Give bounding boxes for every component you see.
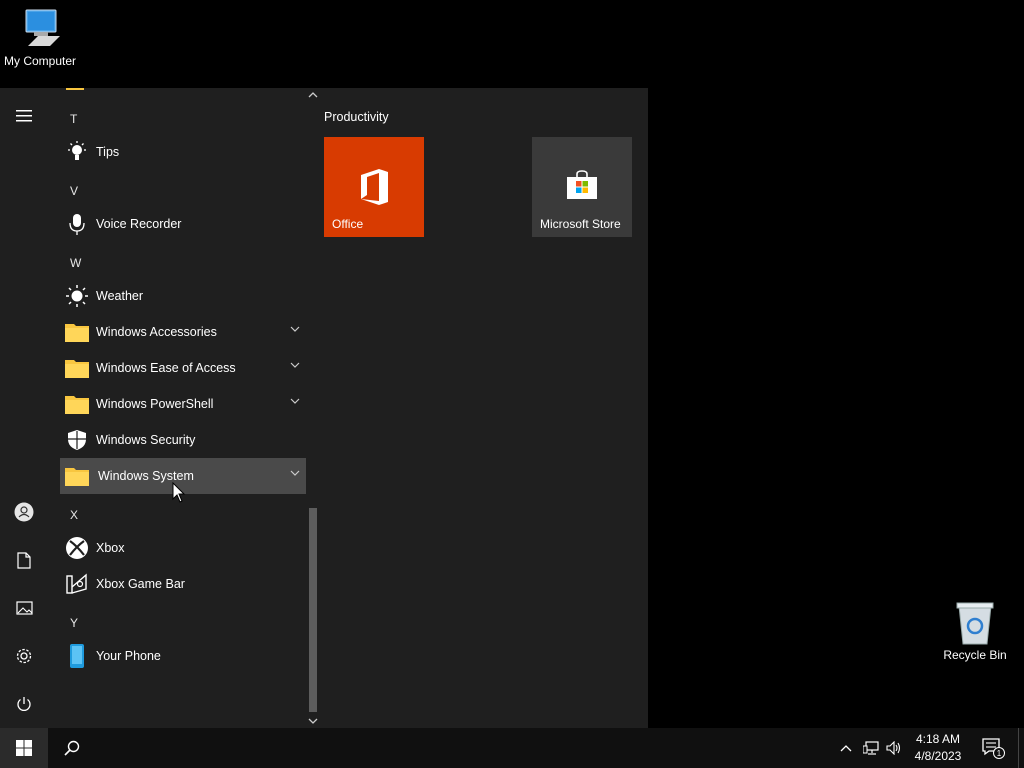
shield-icon xyxy=(64,427,90,453)
app-name: Voice Recorder xyxy=(96,217,182,231)
app-name: Windows System xyxy=(98,469,194,483)
sun-icon xyxy=(64,283,90,309)
chevron-up-icon xyxy=(840,745,852,752)
group-letter-t[interactable]: T xyxy=(70,112,77,126)
user-account-button[interactable] xyxy=(0,488,48,536)
volume-button[interactable] xyxy=(884,728,904,768)
notification-count: 1 xyxy=(997,749,1002,758)
lightbulb-icon xyxy=(64,139,90,165)
folder-windows-ease-of-access[interactable]: Windows Ease of Access xyxy=(60,350,306,386)
tile-label: Microsoft Store xyxy=(540,217,621,231)
app-xbox-game-bar[interactable]: Xbox Game Bar xyxy=(60,566,306,602)
pictures-icon xyxy=(15,601,33,615)
clock-time: 4:18 AM xyxy=(915,732,961,746)
mouse-pointer-icon xyxy=(172,482,186,503)
group-letter-x[interactable]: X xyxy=(70,508,78,522)
folder-windows-accessories[interactable]: Windows Accessories xyxy=(60,314,306,350)
tile-group-title[interactable]: Productivity xyxy=(324,110,389,124)
group-letter-y[interactable]: Y xyxy=(70,616,78,630)
scroll-down-arrow-icon[interactable] xyxy=(308,716,318,726)
show-desktop-button[interactable] xyxy=(1018,728,1024,768)
network-icon xyxy=(863,741,879,755)
network-button[interactable] xyxy=(860,728,882,768)
clock-date: 4/8/2023 xyxy=(914,749,962,763)
app-name: Weather xyxy=(96,289,144,303)
power-icon xyxy=(17,697,31,711)
my-computer-desktop-icon[interactable]: My Computer xyxy=(0,8,80,68)
app-weather[interactable]: Weather xyxy=(60,278,306,314)
tile-label: Office xyxy=(332,217,364,231)
settings-gear-icon xyxy=(16,648,32,664)
scrollbar-thumb[interactable] xyxy=(309,508,317,712)
xbox-icon xyxy=(64,535,90,561)
store-bag-icon xyxy=(567,170,597,199)
app-list[interactable]: T Tips V Voice Recorder W Weather Window… xyxy=(48,88,306,728)
app-name: Xbox Game Bar xyxy=(96,577,185,591)
app-name: Windows Ease of Access xyxy=(96,361,236,375)
recycle-bin-desktop-icon[interactable]: Recycle Bin xyxy=(935,600,1015,662)
folder-icon xyxy=(64,391,90,417)
search-button[interactable] xyxy=(48,728,96,768)
phone-icon xyxy=(64,643,90,669)
chevron-down-icon[interactable] xyxy=(290,398,300,404)
recycle-bin-label: Recycle Bin xyxy=(943,648,1007,662)
my-computer-label: My Computer xyxy=(3,54,77,68)
start-button[interactable] xyxy=(0,728,48,768)
folder-icon xyxy=(64,355,90,381)
hamburger-menu-icon xyxy=(16,110,32,122)
notification-icon: 1 xyxy=(982,738,1005,759)
app-your-phone[interactable]: Your Phone xyxy=(60,638,306,674)
app-name: Tips xyxy=(96,145,120,159)
chevron-down-icon[interactable] xyxy=(290,470,300,476)
game-bar-icon xyxy=(64,571,90,597)
app-name: Windows Accessories xyxy=(96,325,217,339)
recycle-bin-icon xyxy=(956,602,994,645)
app-tips[interactable]: Tips xyxy=(60,134,306,170)
action-center-button[interactable]: 1 xyxy=(978,728,1008,768)
app-name: Windows Security xyxy=(96,433,196,447)
app-name: Xbox xyxy=(96,541,125,555)
chevron-down-icon[interactable] xyxy=(290,326,300,332)
documents-icon xyxy=(17,551,31,569)
app-windows-security[interactable]: Windows Security xyxy=(60,422,306,458)
folder-icon xyxy=(64,463,90,489)
office-logo-icon xyxy=(361,169,388,205)
microphone-icon xyxy=(64,211,90,237)
computer-icon xyxy=(25,9,60,46)
microsoft-store-tile[interactable]: Microsoft Store xyxy=(532,137,632,237)
app-name: Windows PowerShell xyxy=(96,397,214,411)
app-name: Your Phone xyxy=(96,649,161,663)
user-account-icon xyxy=(14,502,34,522)
pictures-button[interactable] xyxy=(0,584,48,632)
start-menu-rail xyxy=(0,88,48,728)
group-letter-w[interactable]: W xyxy=(70,256,81,270)
app-voice-recorder[interactable]: Voice Recorder xyxy=(60,206,306,242)
settings-button[interactable] xyxy=(0,632,48,680)
chevron-down-icon[interactable] xyxy=(290,362,300,368)
folder-windows-powershell[interactable]: Windows PowerShell xyxy=(60,386,306,422)
app-xbox[interactable]: Xbox xyxy=(60,530,306,566)
folder-icon xyxy=(64,319,90,345)
documents-button[interactable] xyxy=(0,536,48,584)
show-hidden-icons-button[interactable] xyxy=(838,728,854,768)
expand-menu-button[interactable] xyxy=(0,92,48,140)
tiles-area: Productivity Office Microsoft Store xyxy=(320,88,648,728)
search-icon xyxy=(64,740,80,756)
taskbar-clock[interactable]: 4:18 AM 4/8/2023 xyxy=(906,731,970,765)
power-button[interactable] xyxy=(0,680,48,728)
folder-icon xyxy=(66,88,84,90)
scroll-up-arrow-icon[interactable] xyxy=(308,90,318,100)
taskbar: 4:18 AM 4/8/2023 1 xyxy=(0,728,1024,768)
app-list-scrollbar[interactable] xyxy=(306,88,320,728)
office-tile[interactable]: Office xyxy=(324,137,424,237)
start-menu: T Tips V Voice Recorder W Weather Window… xyxy=(0,88,648,728)
speaker-icon xyxy=(886,741,901,755)
windows-logo-icon xyxy=(16,740,32,756)
group-letter-v[interactable]: V xyxy=(70,184,78,198)
